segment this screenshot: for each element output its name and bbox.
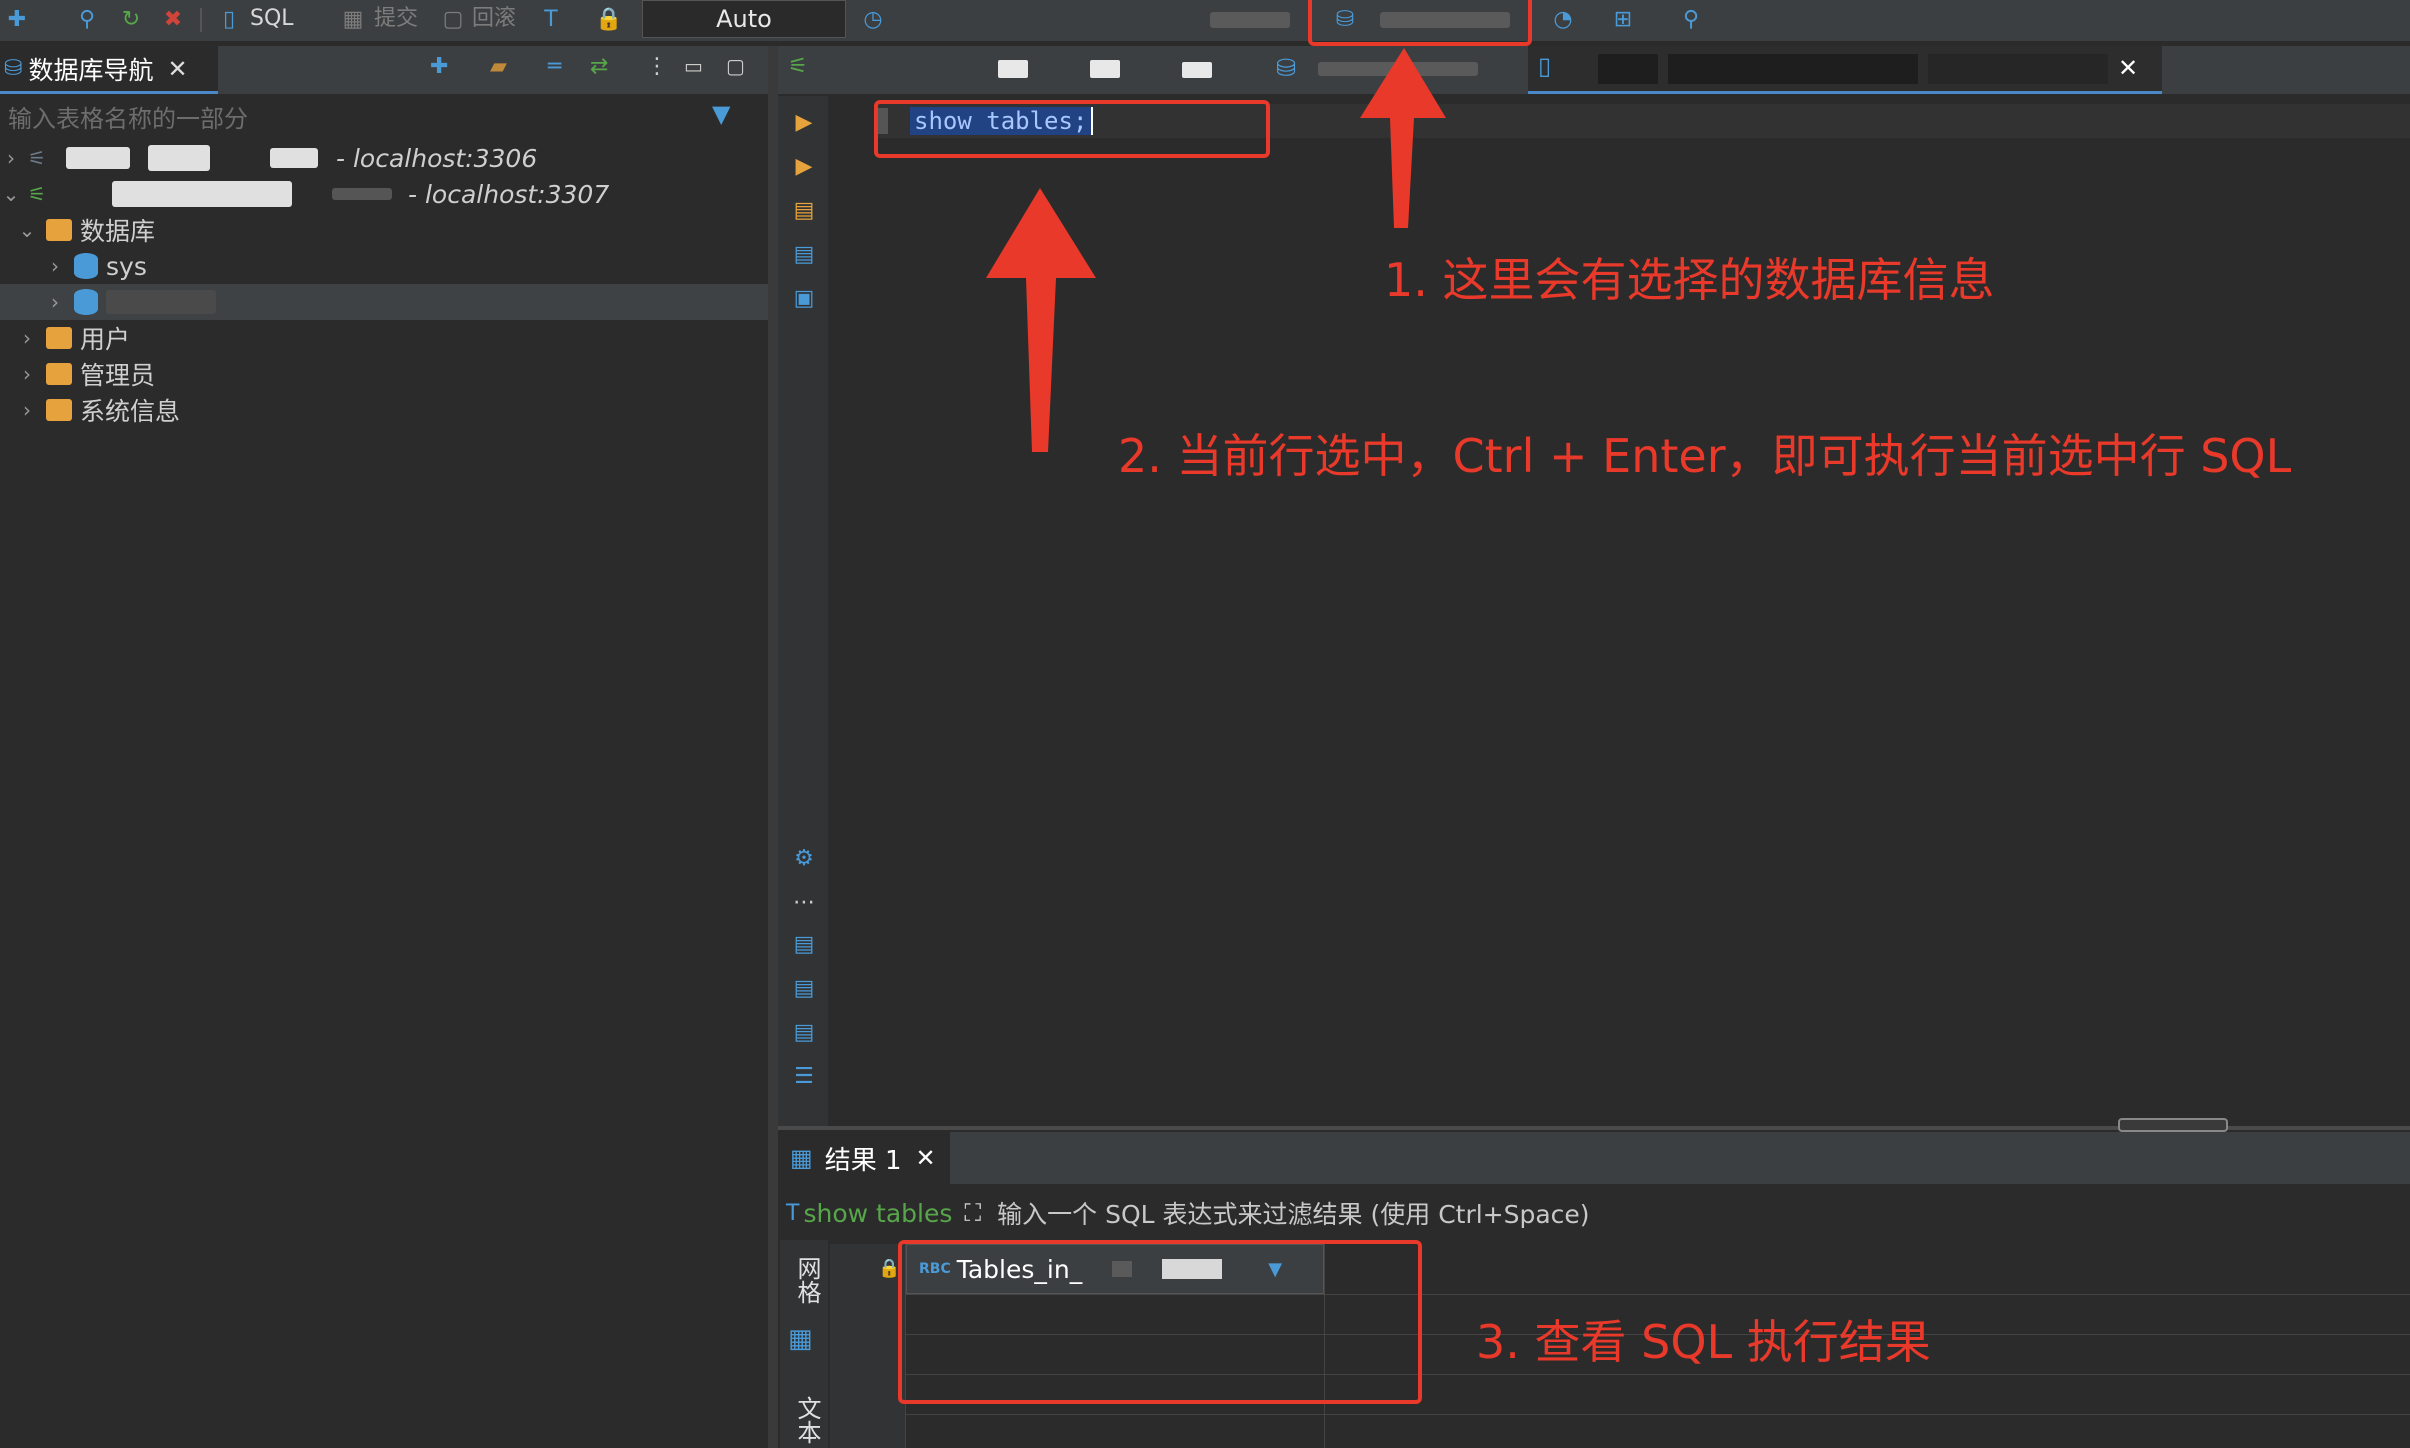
annotation-note-1: 1. 这里会有选择的数据库信息	[1384, 253, 1995, 307]
annotation-arrow-up-1	[1360, 48, 1446, 228]
annotation-arrow-up-2	[986, 188, 1096, 452]
annotation-arrows	[986, 48, 1446, 452]
annotation-note-3: 3. 查看 SQL 执行结果	[1476, 1315, 1931, 1369]
annotation-note-2: 2. 当前行选中，Ctrl + Enter，即可执行当前选中行 SQL	[1118, 429, 2292, 483]
